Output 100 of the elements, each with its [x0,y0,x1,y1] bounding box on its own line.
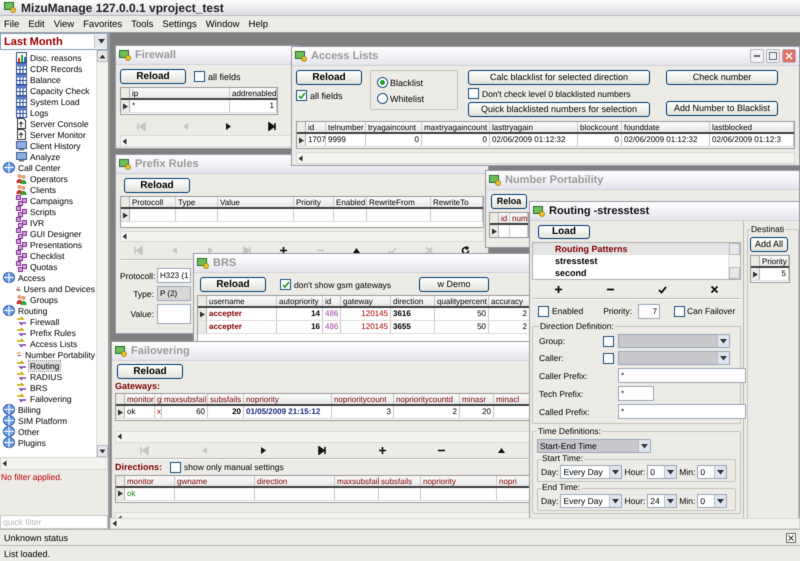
column-header[interactable]: id [306,122,326,132]
close-icon[interactable] [786,532,796,542]
horizontal-scrollbar[interactable] [120,231,484,242]
column-header[interactable]: founddate [622,122,710,132]
menu-item[interactable]: Tools [131,18,154,30]
prefix-field[interactable]: * [618,386,654,401]
tree-item[interactable]: Analyze [29,152,62,162]
tree-item[interactable]: Disc. reasons [29,52,82,62]
tree-item[interactable]: Other [17,426,40,436]
column-header[interactable]: autopriority [277,296,323,306]
menu-item[interactable]: Edit [28,18,45,30]
tree-item[interactable]: Logs [29,108,50,118]
tree-item[interactable]: Campaigns [29,196,74,206]
horizontal-scrollbar[interactable] [120,135,294,147]
column-header[interactable]: qualitypercent [435,296,489,306]
form-field[interactable]: H323 (1 [157,268,191,283]
tree-item[interactable]: IVR [29,218,46,228]
reload-button[interactable]: Reload [117,364,183,379]
last-record-icon[interactable] [268,122,277,131]
checkbox[interactable] [296,90,307,101]
reload-button[interactable]: Reload [200,277,266,292]
day-dropdown[interactable]: Every Day [560,494,622,508]
column-header[interactable]: Protocoll [130,197,176,207]
tree-item[interactable]: Call Center [17,162,62,172]
column-header[interactable]: Enabled [334,197,367,207]
tree-item[interactable]: Clients [29,184,57,194]
column-header[interactable]: gwname [175,476,255,486]
add-to-blacklist-button[interactable]: Add Number to Blacklist [666,101,778,116]
tree-item[interactable]: Client History [29,140,82,150]
load-button[interactable]: Load [538,225,590,239]
tree-item[interactable]: Routing [17,306,48,316]
column-header[interactable]: noprioritycountd [394,394,460,404]
tree-item[interactable]: Scripts [29,206,57,216]
menu-item[interactable]: View [54,18,74,30]
minute-dropdown[interactable]: 0 [697,494,728,508]
column-header[interactable]: id [499,213,510,223]
tree-item[interactable]: Capacity Check [29,86,91,96]
tree-item[interactable]: Groups [29,294,59,304]
tree-item[interactable]: SIM Platform [17,416,68,426]
column-header[interactable]: gateway [341,296,391,306]
radio-button[interactable] [377,93,388,104]
day-dropdown[interactable]: Every Day [560,465,622,479]
column-header[interactable]: ip [130,88,230,98]
check-number-button[interactable]: Check number [666,70,778,85]
reload-button[interactable]: Reload [296,70,362,85]
tree-item[interactable]: Quotas [29,262,58,272]
column-header[interactable]: RewriteFrom [367,197,431,207]
column-header[interactable]: RewriteTo [431,197,483,207]
form-field[interactable]: P (2) [157,286,191,301]
reload-button[interactable]: Reload [120,69,186,84]
column-header[interactable]: nopriority [421,476,497,486]
plus-icon[interactable] [378,446,387,454]
plus-icon[interactable] [279,246,288,255]
checkbox[interactable] [468,88,479,99]
list-item[interactable]: Routing Patterns [533,243,728,255]
tree-item[interactable]: Users and Devices [22,284,96,294]
column-header[interactable]: subsfails [379,476,421,486]
column-header[interactable]: lasttryagain [490,122,578,132]
check-icon[interactable] [658,284,668,294]
column-header[interactable]: id [323,296,341,306]
hour-dropdown[interactable]: 0 [647,465,678,479]
tree-item[interactable]: CDR Records [29,64,84,74]
column-header[interactable]: noprioritycount [332,394,394,404]
checkbox[interactable] [170,462,182,472]
column-header[interactable]: num [510,213,528,223]
horizontal-scrollbar[interactable] [296,152,795,164]
menu-item[interactable]: File [4,18,20,30]
last-record-icon[interactable] [318,446,328,454]
column-header[interactable]: Value [218,197,294,207]
column-header[interactable]: monitor [125,394,155,404]
column-header[interactable]: addrenabled [230,88,277,98]
minimize-button[interactable] [750,49,764,63]
vertical-scrollbar[interactable] [96,50,108,457]
menu-item[interactable]: Settings [162,18,197,30]
tree-item[interactable]: Number Portability [24,350,96,360]
tree-item[interactable]: Failovering [29,394,73,404]
period-dropdown[interactable]: Last Month [0,33,108,50]
column-header[interactable]: username [207,296,277,306]
tree-item[interactable]: Balance [29,74,62,84]
checkbox[interactable] [194,71,205,82]
column-header[interactable]: tryagaincount [366,122,422,132]
tree-item[interactable]: Routing [29,360,60,370]
triangle-up-icon[interactable] [496,446,506,454]
add-all-button[interactable]: Add All [750,237,788,252]
menu-item[interactable]: Favorites [83,18,122,30]
column-header[interactable]: subsfails [208,394,244,404]
column-header[interactable]: nopriority [244,394,332,404]
vertical-scrollbar[interactable] [728,243,740,279]
priority-field[interactable]: 7 [638,304,660,318]
tree-item[interactable]: Billing [17,404,42,414]
hour-dropdown[interactable]: 24 [647,494,678,508]
tree-item[interactable]: Presentations [29,240,83,250]
reload-button[interactable]: Reload [124,178,190,193]
maximize-button[interactable] [766,49,780,63]
cross-icon[interactable] [710,284,720,294]
time-mode-dropdown[interactable]: Start-End Time [537,439,651,453]
tree-item[interactable]: RADIUS [29,372,64,382]
tree-item[interactable]: Firewall [29,316,60,326]
menu-item[interactable]: Window [206,18,240,30]
checkbox[interactable] [603,336,614,346]
